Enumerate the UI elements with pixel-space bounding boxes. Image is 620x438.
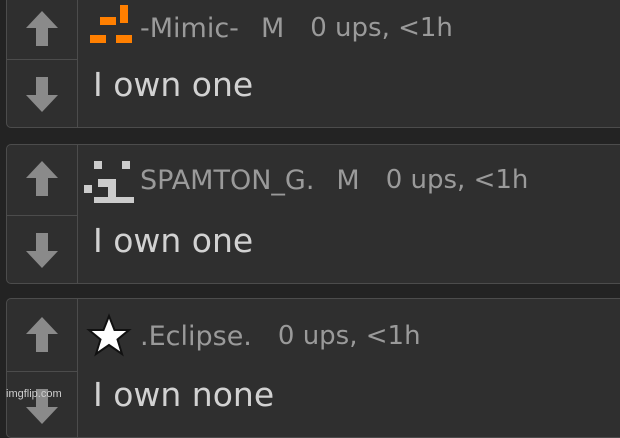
comment-body: SPAMTON_G. M 0 ups, <1h I own one: [78, 145, 620, 283]
comment-header: .Eclipse. 0 ups, <1h: [78, 307, 421, 365]
avatar[interactable]: [82, 157, 136, 203]
comment-meta: 0 ups, <1h: [385, 165, 529, 195]
comment-body: -Mimic- M 0 ups, <1h I own one: [78, 0, 620, 127]
pixel-face-gray-icon: [84, 161, 134, 203]
vote-column: [7, 299, 78, 437]
star-icon: [86, 313, 132, 357]
arrow-down-icon: [26, 233, 58, 268]
comment-header: SPAMTON_G. M 0 ups, <1h: [78, 151, 528, 209]
pixel-face-orange-icon: [90, 5, 132, 43]
username-link[interactable]: .Eclipse.: [140, 321, 252, 352]
upvote-button[interactable]: [7, 147, 77, 209]
comment-text: I own one: [93, 221, 254, 260]
comment-header: -Mimic- M 0 ups, <1h: [78, 0, 453, 57]
vote-column: [7, 0, 78, 127]
comment-meta: 0 ups, <1h: [310, 13, 453, 43]
comment-meta: 0 ups, <1h: [277, 321, 421, 351]
imgflip-watermark: imgflip.com: [6, 388, 62, 400]
comment-text: I own one: [93, 65, 254, 104]
username-link[interactable]: SPAMTON_G.: [140, 165, 314, 196]
gender-label: M: [260, 12, 285, 44]
comment-card: -Mimic- M 0 ups, <1h I own one: [6, 0, 620, 128]
upvote-button[interactable]: [7, 303, 77, 365]
arrow-up-icon: [26, 161, 58, 196]
downvote-button[interactable]: [7, 371, 77, 437]
vote-column: [7, 145, 78, 283]
downvote-button[interactable]: [7, 59, 77, 127]
arrow-up-icon: [26, 11, 58, 46]
avatar[interactable]: [82, 5, 136, 51]
username-link[interactable]: -Mimic-: [140, 13, 239, 44]
comment-body: .Eclipse. 0 ups, <1h I own none: [78, 299, 620, 437]
gender-label: M: [336, 164, 360, 196]
arrow-up-icon: [26, 317, 58, 352]
downvote-button[interactable]: [7, 215, 77, 283]
arrow-down-icon: [26, 77, 58, 112]
comment-text: I own none: [93, 375, 275, 414]
comment-card: SPAMTON_G. M 0 ups, <1h I own one: [6, 144, 620, 284]
upvote-button[interactable]: [7, 0, 77, 59]
comment-card: .Eclipse. 0 ups, <1h I own none: [6, 298, 620, 438]
avatar[interactable]: [82, 313, 136, 359]
